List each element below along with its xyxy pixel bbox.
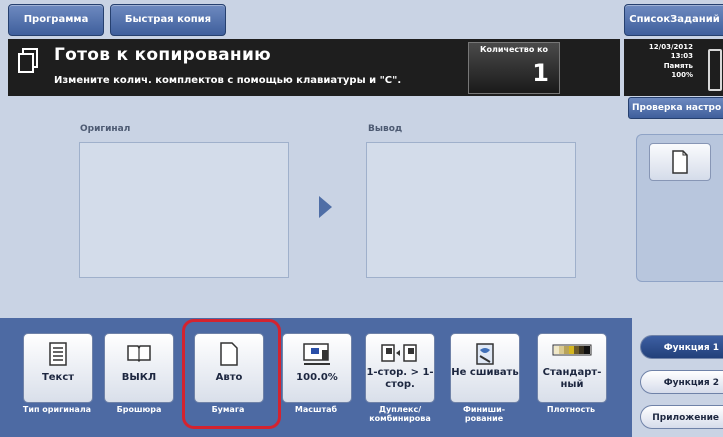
density-value: Стандарт- ный	[542, 367, 602, 390]
status-subtitle: Измените колич. комплектов с помощью кла…	[54, 75, 402, 86]
document-view-button[interactable]	[649, 143, 711, 181]
output-preview	[366, 142, 576, 278]
finishing-icon	[476, 343, 494, 365]
status-title: Готов к копированию	[54, 45, 272, 65]
original-type-value: Текст	[41, 372, 75, 383]
finishing-button[interactable]: Не сшивать	[450, 333, 520, 403]
memory-label: Память	[663, 62, 693, 70]
paper-highlight-frame	[182, 319, 281, 429]
program-button[interactable]: Программа	[8, 4, 104, 36]
page-icon	[672, 150, 688, 174]
quantity-value: 1	[532, 59, 549, 87]
duplex-icon	[381, 344, 417, 362]
duplex-button[interactable]: 1-стор. > 1-стор.	[365, 333, 435, 403]
time-text: 13:03	[670, 52, 693, 60]
zoom-label: Масштаб	[294, 405, 338, 414]
check-settings-button[interactable]: Проверка настро	[628, 97, 723, 119]
original-type-label: Тип оригинала	[22, 405, 92, 414]
info-panel: 12/03/2012 13:03 Память 100%	[624, 39, 723, 96]
right-side-panel	[636, 134, 723, 282]
tab-function-1[interactable]: Функция 1	[640, 335, 723, 359]
zoom-icon	[303, 343, 330, 365]
tab-applications[interactable]: Приложение	[640, 405, 723, 429]
quick-copy-button[interactable]: Быстрая копия	[110, 4, 226, 36]
memory-gauge-icon	[708, 49, 722, 91]
duplex-value: 1-стор. > 1-стор.	[366, 367, 434, 390]
job-list-button[interactable]: СписокЗаданий	[624, 4, 723, 36]
original-type-button[interactable]: Текст	[23, 333, 93, 403]
copy-document-icon	[18, 48, 38, 73]
zoom-value: 100.0%	[296, 372, 338, 383]
date-text: 12/03/2012	[648, 43, 693, 51]
arrow-right-icon	[319, 196, 332, 218]
original-preview	[79, 142, 289, 278]
booklet-value: ВЫКЛ	[121, 372, 157, 383]
original-label: Оригинал	[80, 124, 131, 134]
density-icon	[552, 344, 592, 356]
duplex-label: Дуплекс/ комбинирова	[369, 405, 431, 423]
density-button[interactable]: Стандарт- ный	[537, 333, 607, 403]
copy-quantity-box[interactable]: Количество ко 1	[468, 42, 560, 94]
density-label: Плотность	[546, 405, 596, 414]
booklet-button[interactable]: ВЫКЛ	[104, 333, 174, 403]
tab-function-2[interactable]: Функция 2	[640, 370, 723, 394]
output-label: Вывод	[368, 124, 403, 134]
quantity-label: Количество ко	[479, 45, 549, 54]
booklet-icon	[127, 345, 151, 363]
finishing-label: Финиши- рование	[462, 405, 506, 423]
document-lines-icon	[49, 342, 67, 366]
status-bar: Готов к копированию Измените колич. комп…	[8, 39, 620, 96]
memory-value: 100%	[671, 71, 693, 79]
finishing-value: Не сшивать	[451, 367, 519, 378]
zoom-button[interactable]: 100.0%	[282, 333, 352, 403]
booklet-label: Брошюра	[116, 405, 162, 414]
